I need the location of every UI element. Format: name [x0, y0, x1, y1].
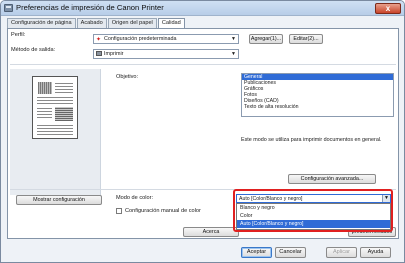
preview-image [55, 107, 73, 121]
close-button[interactable]: x [375, 3, 401, 14]
tab-finishing[interactable]: Acabado [76, 18, 107, 28]
preview-image [38, 82, 52, 94]
show-settings-button[interactable]: Mostrar configuración [16, 195, 102, 205]
objective-description: Este modo se utiliza para imprimir docum… [241, 137, 382, 143]
color-option-auto[interactable]: Auto [Color/Blanco y negro] [237, 220, 390, 228]
color-mode-select[interactable]: Auto [Color/Blanco y negro] ▼ [236, 194, 391, 203]
preferences-window: Preferencias de impresión de Canon Print… [0, 0, 405, 263]
printer-small-icon [96, 51, 102, 56]
manual-color-checkbox[interactable] [116, 208, 122, 214]
profile-icon: ✦ [96, 37, 102, 43]
window-title: Preferencias de impresión de Canon Print… [16, 3, 164, 12]
profile-select[interactable]: ✦ Configuración predeterminada ▼ [93, 34, 239, 44]
edit-profile-button[interactable]: Editar(2)... [289, 34, 323, 44]
color-option-color[interactable]: Color [237, 212, 390, 220]
divider [10, 64, 396, 65]
objective-label: Objetivo: [116, 74, 139, 80]
chevron-down-icon: ▼ [231, 36, 236, 42]
advanced-settings-button[interactable]: Configuración avanzada... [288, 174, 376, 184]
tab-page-setup[interactable]: Configuración de página [7, 18, 76, 28]
cancel-button[interactable]: Cancelar [275, 247, 306, 258]
page-preview [32, 76, 78, 139]
color-mode-label: Modo de color: [116, 195, 154, 201]
tab-paper-source[interactable]: Origen del papel [107, 18, 157, 28]
color-mode-options: Blanco y negro Color Auto [Color/Blanco … [236, 203, 391, 230]
profile-label: Perfil: [11, 32, 26, 38]
ok-button[interactable]: Aceptar [241, 247, 272, 258]
help-button[interactable]: Ayuda [360, 247, 391, 258]
list-item[interactable]: Texto de alta resolución [242, 104, 393, 110]
profile-value: Configuración predeterminada [104, 36, 177, 42]
color-option-bw[interactable]: Blanco y negro [237, 204, 390, 212]
manual-color-label: Configuración manual de color [125, 208, 201, 214]
chevron-down-icon: ▼ [231, 51, 236, 57]
about-button[interactable]: Acerca [183, 227, 239, 237]
apply-button[interactable]: Aplicar [326, 247, 357, 258]
add-profile-button[interactable]: Agregar(1)... [249, 34, 283, 44]
title-bar[interactable]: Preferencias de impresión de Canon Print… [1, 1, 404, 16]
printer-icon [4, 4, 13, 12]
output-method-label: Método de salida: [11, 47, 56, 53]
chevron-down-icon[interactable]: ▼ [382, 195, 390, 202]
objective-list[interactable]: General Publicaciones Gráficos Fotos Dis… [241, 73, 394, 117]
color-mode-value: Auto [Color/Blanco y negro] [239, 196, 303, 202]
output-method-value: Imprimir [104, 51, 124, 57]
tab-bar: Configuración de página Acabado Origen d… [7, 18, 186, 29]
output-method-select[interactable]: Imprimir ▼ [93, 49, 239, 59]
